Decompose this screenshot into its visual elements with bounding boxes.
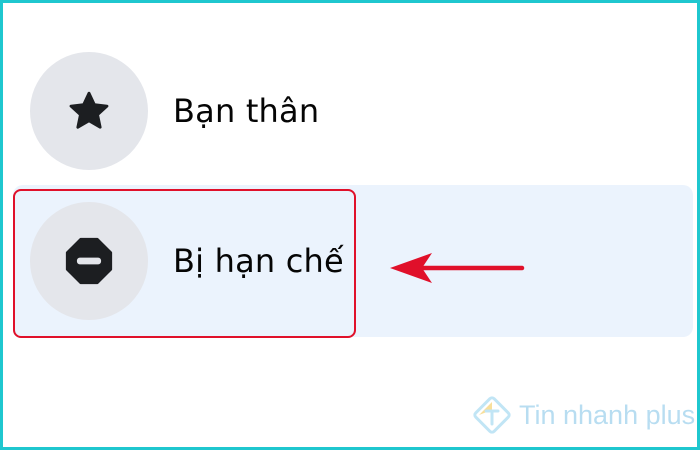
watermark-text: Tin nhanh plus (519, 399, 696, 430)
arrow-left-icon (390, 253, 525, 283)
star-icon (69, 91, 109, 129)
list-item-close-friends[interactable]: Bạn thân (13, 47, 653, 175)
watermark-logo-icon (473, 396, 511, 434)
screenshot-frame: Bạn thân Bị hạn chế Tin nhanh plus (0, 0, 700, 450)
restricted-icon-circle (30, 202, 148, 320)
list-item-restricted[interactable]: Bị hạn chế (13, 185, 693, 337)
restricted-icon (65, 237, 113, 285)
close-friends-label: Bạn thân (173, 92, 320, 130)
restricted-label: Bị hạn chế (173, 242, 344, 280)
close-friends-icon-circle (30, 52, 148, 170)
watermark: Tin nhanh plus (473, 396, 695, 434)
